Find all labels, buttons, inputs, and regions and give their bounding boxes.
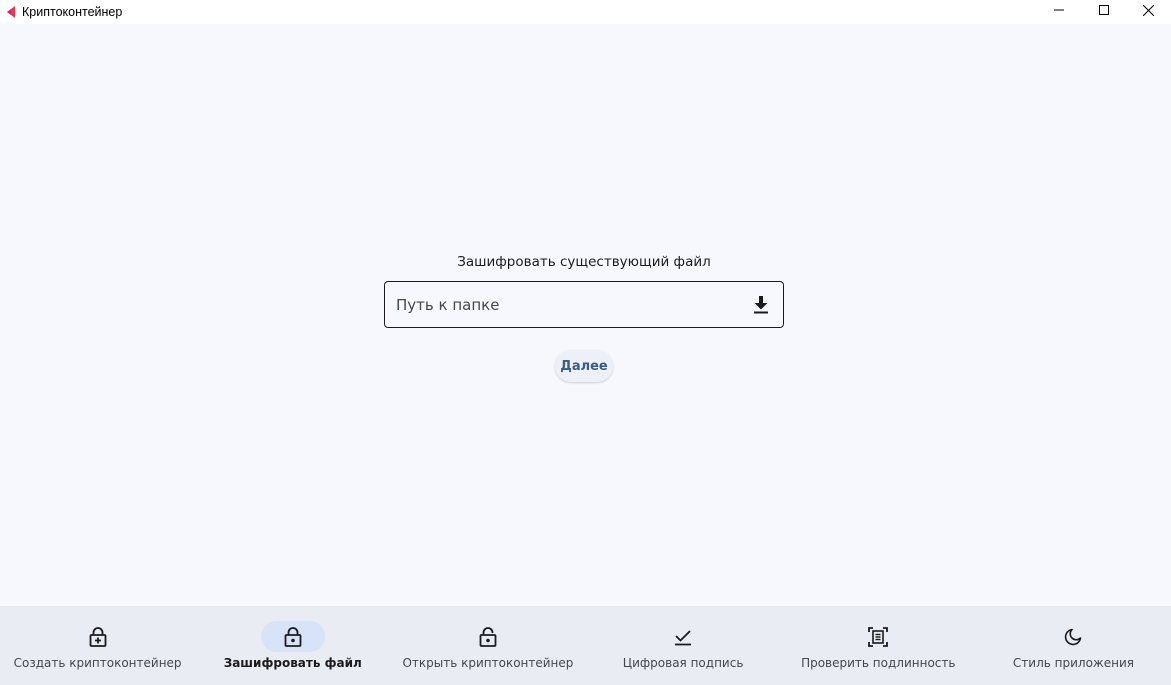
check-icon bbox=[675, 629, 692, 645]
lock-open-icon bbox=[479, 626, 497, 647]
nav-item-open-container[interactable]: Открыть криптоконтейнер bbox=[390, 606, 585, 685]
choose-file-button[interactable] bbox=[741, 285, 781, 325]
nav-item-verify-authenticity[interactable]: Проверить подлинность bbox=[781, 606, 976, 685]
window-controls bbox=[1036, 0, 1171, 24]
moon-icon bbox=[1065, 628, 1082, 645]
nav-item-create-container[interactable]: Создать криптоконтейнер bbox=[0, 606, 195, 685]
nav-label: Проверить подлинность bbox=[801, 656, 956, 670]
nav-item-app-style[interactable]: Стиль приложения bbox=[976, 606, 1171, 685]
nav-label: Цифровая подпись bbox=[622, 656, 744, 670]
nav-pill bbox=[651, 621, 715, 652]
nav-pill bbox=[66, 621, 130, 652]
main-content: Зашифровать существующий файл Далее bbox=[0, 24, 1171, 606]
section-label: Зашифровать существующий файл bbox=[457, 254, 711, 270]
path-input[interactable] bbox=[385, 282, 741, 327]
nav-pill bbox=[846, 621, 910, 652]
minimize-button[interactable] bbox=[1036, 0, 1081, 20]
title-bar: Криптоконтейнер bbox=[0, 0, 1171, 24]
nav-item-digital-signature[interactable]: Цифровая подпись bbox=[586, 606, 781, 685]
minimize-icon bbox=[1053, 9, 1064, 11]
nav-label: Открыть криптоконтейнер bbox=[402, 656, 574, 670]
lock-plus-icon bbox=[89, 626, 106, 647]
path-field[interactable] bbox=[384, 281, 784, 328]
nav-pill bbox=[260, 621, 325, 652]
nav-label: Зашифровать файл bbox=[223, 656, 362, 670]
nav-pill bbox=[1041, 621, 1105, 652]
nav-item-encrypt-file[interactable]: Зашифровать файл bbox=[195, 606, 390, 685]
download-icon bbox=[754, 295, 768, 313]
document-scan-icon bbox=[868, 626, 889, 647]
close-button[interactable] bbox=[1126, 0, 1171, 20]
nav-label: Стиль приложения bbox=[1012, 656, 1134, 670]
nav-pill bbox=[456, 621, 520, 652]
close-icon bbox=[1143, 4, 1154, 16]
nav-label: Создать криптоконтейнер bbox=[13, 656, 182, 670]
window-title: Криптоконтейнер bbox=[22, 5, 123, 19]
next-button[interactable]: Далее bbox=[555, 350, 613, 382]
bottom-navigation: Создать криптоконтейнер Зашифровать файл… bbox=[0, 606, 1171, 685]
app-logo-icon bbox=[3, 5, 17, 19]
lock-icon bbox=[284, 626, 302, 647]
maximize-icon bbox=[1098, 5, 1109, 15]
maximize-button[interactable] bbox=[1081, 0, 1126, 20]
